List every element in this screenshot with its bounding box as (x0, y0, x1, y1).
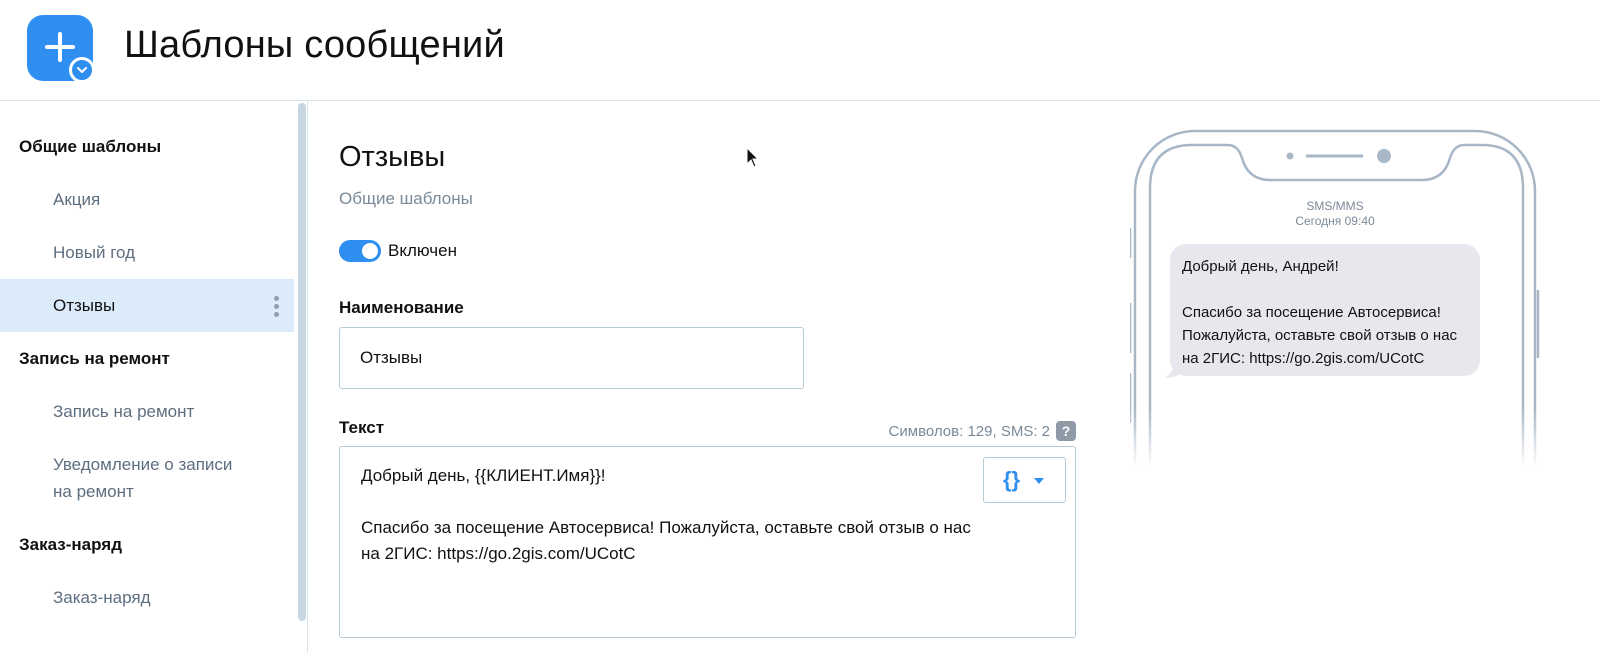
name-label: Наименование (339, 298, 464, 317)
help-icon[interactable]: ? (1056, 421, 1076, 441)
sidebar-item-label: Уведомление о записи на ремонт (53, 455, 233, 501)
sidebar-item-reviews[interactable]: Отзывы (0, 279, 294, 332)
sidebar-item-label: Запись на ремонт (53, 402, 195, 421)
more-options-icon[interactable] (274, 296, 280, 318)
template-group: Общие шаблоны (339, 189, 473, 208)
sidebar-scrollbar[interactable] (298, 103, 306, 621)
sidebar-group-work-order: Заказ-наряд (19, 535, 122, 554)
message-text[interactable]: Добрый день, {{КЛИЕНТ.Имя}}! Спасибо за … (361, 463, 981, 567)
sms-channel: SMS/MMS (1306, 199, 1364, 213)
sidebar-item-booking-notice[interactable]: Уведомление о записи на ремонт (0, 451, 294, 511)
template-editor: Отзывы Общие шаблоны Включен Наименовани… (309, 101, 1109, 653)
chevron-down-icon[interactable] (69, 57, 95, 83)
sidebar-item-label: Заказ-наряд (53, 588, 151, 607)
braces-icon: {} (1003, 467, 1021, 492)
app-header: Шаблоны сообщений (0, 0, 1600, 101)
sidebar-item-repair-booking[interactable]: Запись на ремонт (0, 385, 294, 438)
sidebar-group-repair-booking: Запись на ремонт (19, 349, 170, 368)
enabled-label: Включен (388, 241, 457, 260)
sidebar-item-work-order[interactable]: Заказ-наряд (0, 571, 294, 624)
sidebar-group-general: Общие шаблоны (19, 137, 162, 156)
caret-down-icon (1034, 478, 1044, 484)
sidebar-item-label: Акция (53, 190, 101, 209)
template-title: Отзывы (339, 141, 446, 173)
sidebar-item-label: Отзывы (53, 296, 116, 315)
sms-preview: SMS/MMS Сегодня 09:40 Добрый день, Андре… (1130, 128, 1540, 468)
sms-time: Сегодня 09:40 (1295, 214, 1375, 228)
message-textarea[interactable]: Добрый день, {{КЛИЕНТ.Имя}}! Спасибо за … (339, 446, 1076, 638)
sidebar: Общие шаблоны Акция Новый год Отзывы Зап… (0, 101, 308, 653)
page-title: Шаблоны сообщений (124, 24, 505, 66)
enabled-toggle[interactable] (339, 240, 381, 262)
counter-text: Символов: 129, SMS: 2 (888, 422, 1050, 440)
sidebar-item-promo[interactable]: Акция (0, 173, 294, 226)
mouse-cursor-icon (746, 147, 760, 168)
add-template-icon[interactable] (27, 15, 95, 83)
insert-variable-button[interactable]: {} (983, 457, 1066, 503)
sidebar-item-label: Новый год (53, 243, 136, 262)
sms-bubble: Добрый день, Андрей! Спасибо за посещени… (1170, 244, 1480, 376)
character-counter: Символов: 129, SMS: 2 ? (889, 421, 1076, 441)
text-label: Текст (339, 418, 385, 437)
name-input[interactable]: Отзывы (339, 327, 804, 389)
sidebar-item-new-year[interactable]: Новый год (0, 226, 294, 279)
